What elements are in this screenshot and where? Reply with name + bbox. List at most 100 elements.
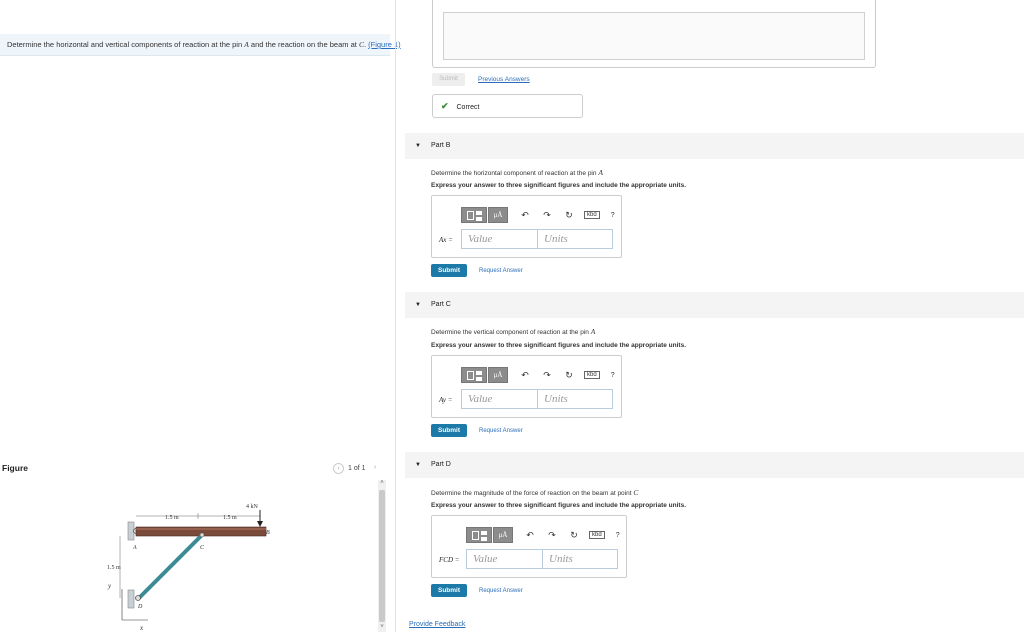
prev-figure-button[interactable]: ‹	[333, 463, 344, 474]
templates-button[interactable]	[461, 207, 487, 223]
keyboard-icon[interactable]: kbd	[584, 211, 600, 219]
point-b-label: B	[266, 530, 270, 536]
part-c-actions: Submit Request Answer	[431, 424, 523, 437]
part-b-units-input[interactable]: Units	[537, 229, 613, 249]
part-b-prompt: Determine the horizontal component of re…	[431, 168, 603, 177]
part-d-prompt-text: Determine the magnitude of the force of …	[431, 490, 632, 497]
part-d-value-input[interactable]: Value	[466, 549, 544, 569]
x-axis-label: x	[139, 624, 144, 632]
part-d-actions: Submit Request Answer	[431, 584, 523, 597]
redo-icon[interactable]: ↷	[547, 530, 557, 541]
keyboard-icon[interactable]: kbd	[589, 531, 605, 539]
part-d-prompt-var: C	[633, 488, 639, 497]
previous-answers-link[interactable]: Previous Answers	[478, 76, 530, 83]
collapse-triangle-icon[interactable]: ▼	[415, 452, 421, 478]
scroll-thumb[interactable]	[379, 490, 385, 622]
reset-icon[interactable]: ↻	[564, 370, 574, 381]
figure-page-count: 1 of 1	[348, 465, 366, 472]
keyboard-icon[interactable]: kbd	[584, 371, 600, 379]
part-b-prompt-var: A	[598, 168, 603, 177]
provide-feedback-link[interactable]: Provide Feedback	[409, 621, 465, 628]
part-d-title: Part D	[430, 461, 451, 468]
part-b-value-input[interactable]: Value	[461, 229, 539, 249]
dim-label-1: 1.5 m	[165, 515, 179, 521]
figure-scrollbar[interactable]: ˄ ˅	[378, 480, 386, 632]
part-c-var-label: Ay =	[439, 396, 453, 404]
strut-cd	[137, 533, 204, 600]
force-label: 4 kN	[246, 504, 259, 510]
part-b-actions: Submit Request Answer	[431, 264, 523, 277]
part-c-submit-button[interactable]: Submit	[431, 424, 467, 437]
part-d-toolbar: μÅ ↶ ↷ ↻ kbd ?	[466, 527, 620, 543]
question-beam-var: C	[358, 40, 364, 49]
part-b-toolbar: μÅ ↶ ↷ ↻ kbd ?	[461, 207, 615, 223]
checkmark-icon: ✔	[441, 101, 449, 111]
help-icon[interactable]: ?	[611, 372, 615, 379]
help-icon[interactable]: ?	[616, 532, 620, 539]
figure-title: Figure	[2, 463, 28, 473]
part-c-request-answer-link[interactable]: Request Answer	[479, 428, 523, 434]
part-c-units-input[interactable]: Units	[537, 389, 613, 409]
part-d-instructions: Express your answer to three significant…	[431, 502, 686, 509]
undo-icon[interactable]: ↶	[520, 210, 530, 221]
beam-diagram: 1.5 m 1.5 m 4 kN 1.5 m y x A B C D	[107, 504, 270, 632]
collapse-triangle-icon[interactable]: ▼	[415, 133, 421, 159]
next-figure-button[interactable]: ›	[370, 463, 381, 474]
wall-support-d	[127, 589, 135, 609]
collapse-triangle-icon[interactable]: ▼	[415, 292, 421, 318]
scroll-down-icon[interactable]: ˅	[378, 624, 386, 632]
part-a-answer-field	[443, 12, 865, 60]
templates-button[interactable]	[466, 527, 492, 543]
part-b-prompt-text: Determine the horizontal component of re…	[431, 170, 597, 177]
part-c-prompt-var: A	[590, 327, 596, 336]
point-a-label: A	[132, 545, 137, 551]
pin-c	[199, 532, 205, 538]
reset-icon[interactable]: ↻	[564, 210, 574, 221]
part-b-title: Part B	[430, 142, 451, 149]
units-symbol-button[interactable]: μÅ	[493, 527, 513, 543]
point-c-label: C	[200, 545, 205, 551]
units-symbol-button[interactable]: μÅ	[488, 207, 508, 223]
part-d-var-label: FCD =	[439, 556, 460, 564]
redo-icon[interactable]: ↷	[542, 210, 552, 221]
reset-icon[interactable]: ↻	[569, 530, 579, 541]
templates-button[interactable]	[461, 367, 487, 383]
part-b-answer-box: μÅ ↶ ↷ ↻ kbd ? Ax = Value Units	[431, 195, 622, 258]
undo-icon[interactable]: ↶	[520, 370, 530, 381]
part-a-answer-area	[432, 0, 876, 68]
part-d-submit-button[interactable]: Submit	[431, 584, 467, 597]
part-c-prompt-text: Determine the vertical component of reac…	[431, 329, 589, 336]
redo-icon[interactable]: ↷	[542, 370, 552, 381]
point-d-label: D	[137, 604, 143, 610]
part-d-header[interactable]: ▼ Part D	[405, 452, 1024, 478]
part-d-units-input[interactable]: Units	[542, 549, 618, 569]
part-c-title: Part C	[430, 301, 451, 308]
part-c-header[interactable]: ▼ Part C	[405, 292, 1024, 318]
question-text-2: and the reaction on the beam at	[250, 40, 357, 49]
units-symbol-button[interactable]: μÅ	[488, 367, 508, 383]
panel-divider	[395, 0, 396, 632]
part-c-answer-box: μÅ ↶ ↷ ↻ kbd ? Ay = Value Units	[431, 355, 622, 418]
help-icon[interactable]: ?	[611, 212, 615, 219]
part-c-instructions: Express your answer to three significant…	[431, 342, 686, 349]
part-d-request-answer-link[interactable]: Request Answer	[479, 588, 523, 594]
question-statement: Determine the horizontal and vertical co…	[0, 34, 401, 56]
part-a-actions: Submit Previous Answers	[432, 73, 530, 86]
load-arrow-head	[257, 521, 263, 527]
problem-panel: Determine the horizontal and vertical co…	[0, 0, 401, 632]
figure-pager: ‹ 1 of 1 ›	[333, 463, 381, 474]
part-b-request-answer-link[interactable]: Request Answer	[479, 268, 523, 274]
part-a-submit-button[interactable]: Submit	[432, 73, 465, 86]
scroll-up-icon[interactable]: ˄	[378, 480, 386, 488]
part-b-submit-button[interactable]: Submit	[431, 264, 467, 277]
dim-label-2: 1.5 m	[223, 515, 237, 521]
correct-label: Correct	[456, 104, 480, 111]
correct-feedback: ✔ Correct	[432, 94, 583, 118]
question-text: Determine the horizontal and vertical co…	[7, 40, 243, 49]
undo-icon[interactable]: ↶	[525, 530, 535, 541]
y-axis-label: y	[107, 582, 112, 590]
height-label: 1.5 m	[107, 565, 121, 571]
part-c-value-input[interactable]: Value	[461, 389, 539, 409]
part-c-toolbar: μÅ ↶ ↷ ↻ kbd ?	[461, 367, 615, 383]
part-b-header[interactable]: ▼ Part B	[405, 133, 1024, 159]
